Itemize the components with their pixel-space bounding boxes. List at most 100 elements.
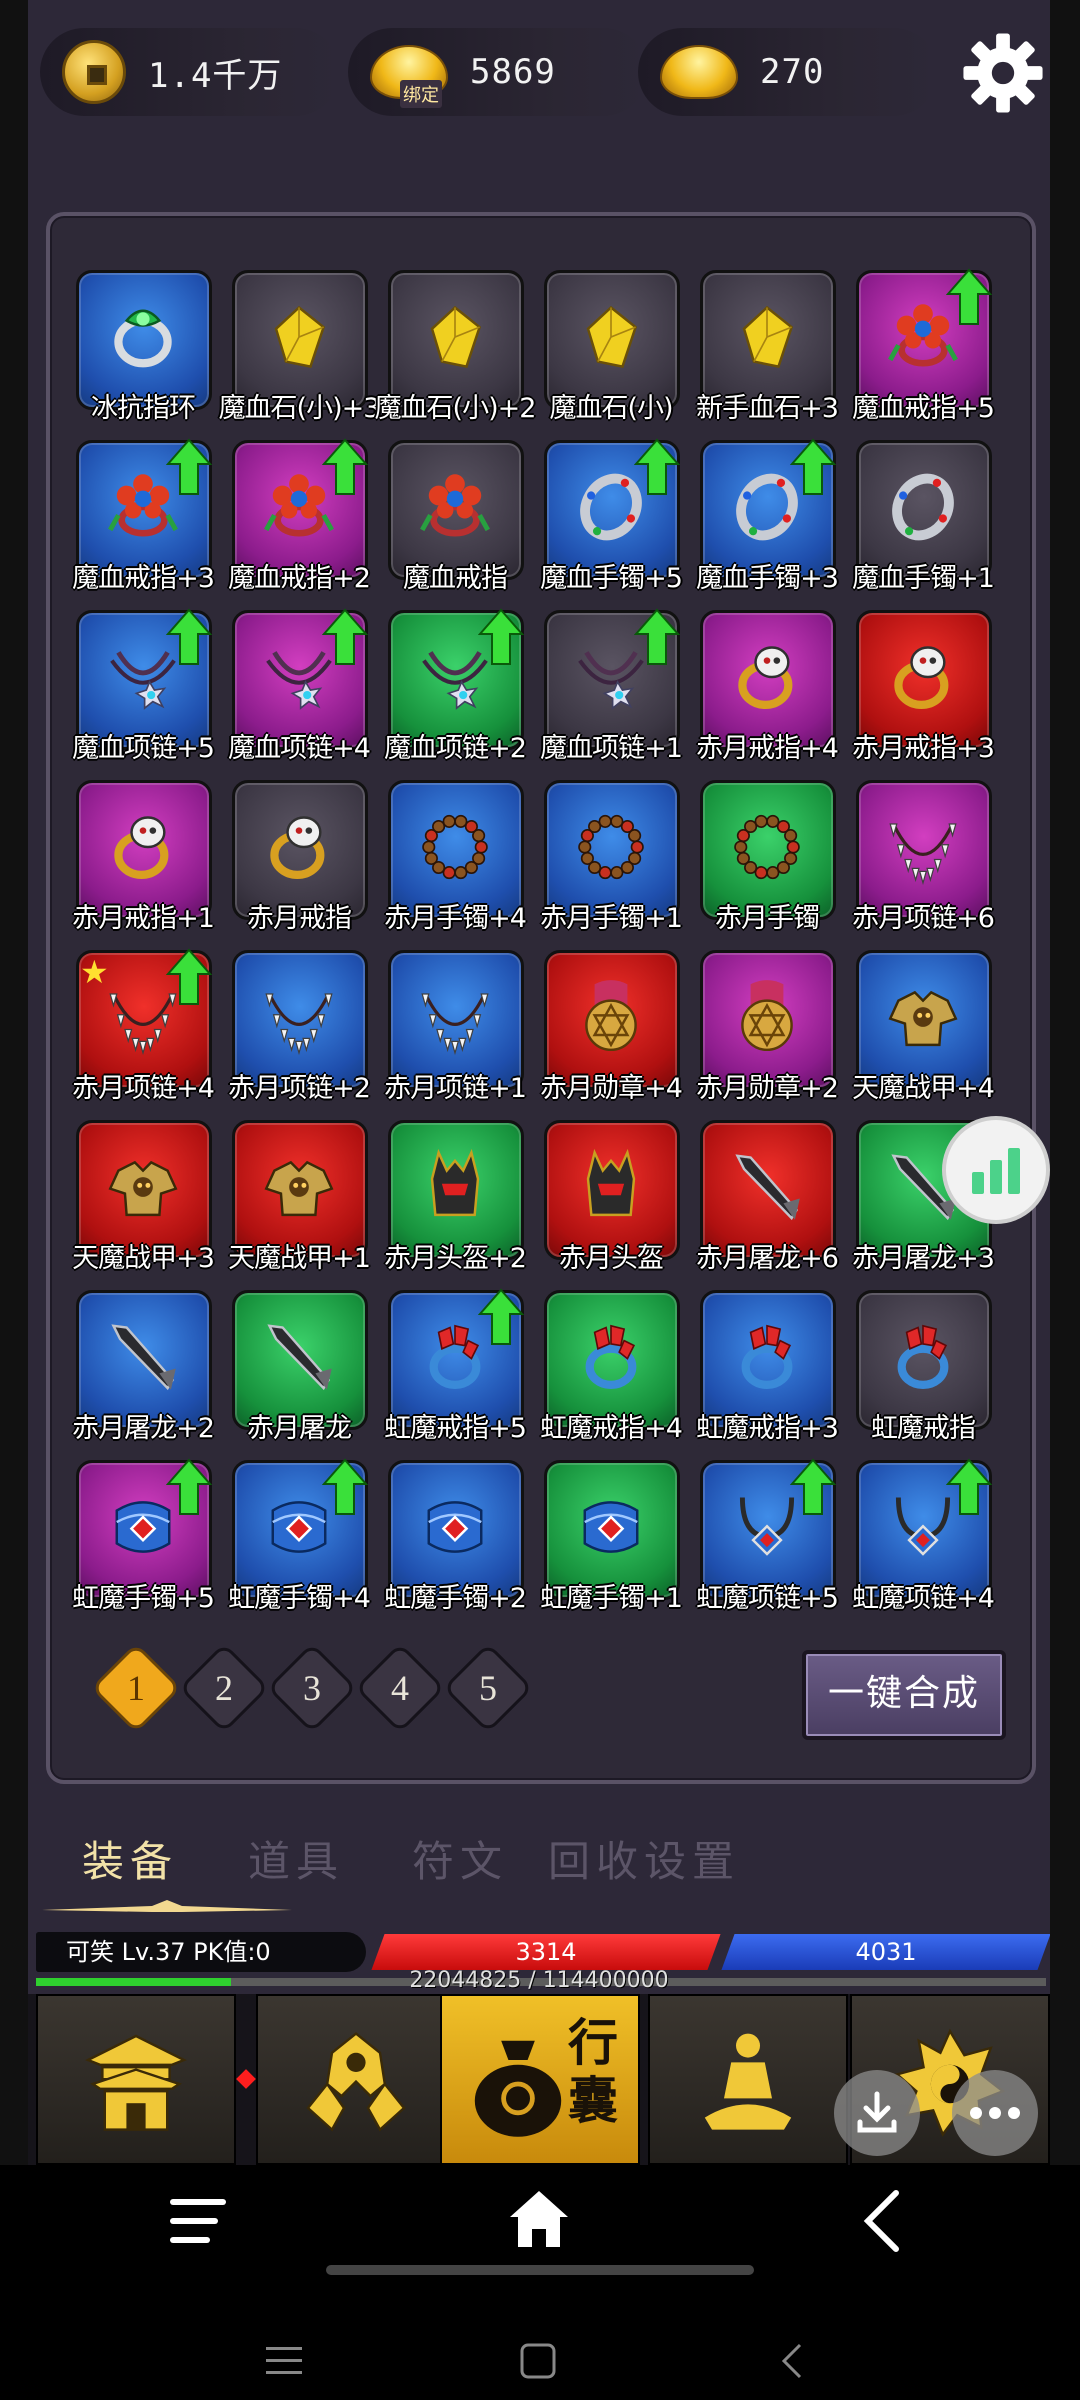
bead-bracelet-icon	[422, 814, 488, 880]
recent-apps-icon[interactable]	[262, 2343, 306, 2379]
gesture-indicator	[326, 2265, 754, 2275]
inventory-slot[interactable]: 虹魔手镯+4	[228, 1458, 371, 1614]
inventory-slot[interactable]: 魔血戒指	[386, 438, 524, 594]
bead-bracelet-icon	[578, 814, 644, 880]
helmet-icon	[586, 1148, 636, 1217]
inventory-slot[interactable]: 赤月手镯	[698, 778, 836, 934]
inventory-grid: 冰抗指环 魔血石(小)+3 魔血石(小)+2 魔血石(小) 新手血石+3 魔血戒指+5 魔血…	[72, 268, 995, 1614]
inventory-slot[interactable]: 虹魔手镯+1	[540, 1458, 683, 1614]
page-button-3[interactable]: 3	[266, 1642, 358, 1734]
inventory-slot[interactable]: 赤月戒指+4	[696, 608, 839, 764]
item-name: 天魔战甲+3	[72, 1243, 215, 1274]
inventory-slot[interactable]: 冰抗指环	[74, 268, 212, 424]
upgrade-arrow-icon	[166, 1458, 212, 1515]
bag-icon	[474, 2040, 562, 2137]
tab-recycle-settings[interactable]: 回收设置	[548, 1828, 740, 1889]
nav-bag[interactable]: 行囊	[440, 1994, 640, 2165]
inventory-slot[interactable]: 赤月项链+6	[852, 778, 995, 934]
item-name: 赤月屠龙+3	[852, 1243, 995, 1274]
inventory-slot[interactable]: 魔血石(小)+3	[219, 268, 380, 424]
copper-amount: 1.4千万	[148, 55, 283, 96]
hexagram-medal-icon	[741, 980, 793, 1052]
back-arrow-icon[interactable]	[776, 2341, 806, 2381]
inventory-slot[interactable]: 赤月头盔	[542, 1118, 680, 1274]
gold-ingot-icon	[660, 45, 738, 99]
back-icon[interactable]	[860, 2189, 904, 2253]
inventory-slot[interactable]: 魔血石(小)	[542, 268, 680, 424]
nav-palace[interactable]	[36, 1994, 236, 2165]
gem-icon	[742, 305, 794, 368]
inventory-slot[interactable]: 魔血手镯+3	[696, 438, 839, 594]
inventory-slot[interactable]: 赤月戒指+1	[72, 778, 215, 934]
item-name: 魔血戒指+2	[228, 563, 371, 594]
inventory-slot[interactable]: 赤月屠龙	[230, 1288, 368, 1444]
player-name-level: 可笑 Lv.37 PK值:0	[36, 1932, 366, 1972]
page-button-4[interactable]: 4	[354, 1642, 446, 1734]
inventory-slot[interactable]: 赤月头盔+2	[384, 1118, 527, 1274]
inventory-slot[interactable]: 虹魔戒指+4	[540, 1288, 683, 1444]
inventory-slot[interactable]: 魔血项链+5	[72, 608, 215, 764]
inventory-slot[interactable]: 虹魔手镯+2	[384, 1458, 527, 1614]
floating-stats-button[interactable]	[942, 1116, 1050, 1224]
page-button-5[interactable]: 5	[442, 1642, 534, 1734]
category-tabs: 装备 道具 符文 回收设置	[28, 1808, 1050, 1912]
fang-necklace-icon	[421, 993, 489, 1056]
inventory-slot[interactable]: 天魔战甲+4	[852, 948, 995, 1104]
inventory-slot[interactable]: 虹魔戒指+3	[696, 1288, 839, 1444]
inventory-slot[interactable]: 魔血戒指+5	[852, 268, 995, 424]
inventory-slot[interactable]: 魔血项链+4	[228, 608, 371, 764]
inventory-slot[interactable]: 虹魔项链+5	[696, 1458, 839, 1614]
tab-equipment[interactable]: 装备	[82, 1828, 178, 1889]
home-icon[interactable]	[506, 2187, 572, 2253]
home-square-icon[interactable]	[518, 2341, 558, 2381]
inventory-slot[interactable]: 赤月项链+2	[228, 948, 371, 1104]
nav-separator	[236, 2069, 256, 2089]
inventory-slot[interactable]: 新手血石+3	[696, 268, 839, 424]
inventory-slot[interactable]: 天魔战甲+1	[228, 1118, 371, 1274]
upgrade-arrow-icon	[322, 608, 368, 665]
inventory-slot[interactable]: 赤月屠龙+6	[696, 1118, 839, 1274]
inventory-slot[interactable]: 魔血石(小)+2	[375, 268, 536, 424]
inventory-slot[interactable]: 赤月手镯+1	[540, 778, 683, 934]
gear-icon[interactable]	[960, 30, 1046, 116]
menu-icon[interactable]	[166, 2193, 230, 2249]
mp-value: 4031	[855, 1938, 917, 1966]
one-click-merge-button[interactable]: 一键合成	[802, 1650, 1006, 1740]
more-options-button[interactable]	[952, 2070, 1038, 2156]
inventory-slot[interactable]: 虹魔戒指	[854, 1288, 992, 1444]
inventory-slot[interactable]: 魔血戒指+2	[228, 438, 371, 594]
page-number: 4	[391, 1668, 409, 1708]
inventory-slot[interactable]: 魔血手镯+1	[852, 438, 995, 594]
more-dots-icon	[970, 2107, 1020, 2119]
tab-runes[interactable]: 符文	[412, 1828, 508, 1889]
inventory-slot[interactable]: 赤月勋章+2	[696, 948, 839, 1104]
page-button-1[interactable]: 1	[90, 1642, 182, 1734]
inventory-slot[interactable]: 虹魔手镯+5	[72, 1458, 215, 1614]
page-number: 3	[303, 1668, 321, 1708]
inventory-slot[interactable]: 赤月手镯+4	[384, 778, 527, 934]
page-button-2[interactable]: 2	[178, 1642, 270, 1734]
item-name: 赤月屠龙	[247, 1413, 352, 1444]
inventory-slot[interactable]: 魔血项链+2	[384, 608, 527, 764]
inventory-slot[interactable]: 魔血项链+1	[540, 608, 683, 764]
inventory-slot[interactable]: 赤月屠龙+2	[72, 1288, 215, 1444]
ruby-ring-icon	[741, 1324, 793, 1389]
inventory-slot[interactable]: 魔血手镯+5	[540, 438, 683, 594]
inventory-slot[interactable]: 赤月勋章+4	[540, 948, 683, 1104]
inventory-slot[interactable]: 赤月戒指+3	[852, 608, 995, 764]
download-button[interactable]	[834, 2070, 920, 2156]
inventory-slot[interactable]: 天魔战甲+3	[72, 1118, 215, 1274]
ruby-ring-icon	[897, 1324, 949, 1389]
inventory-slot[interactable]: 虹魔戒指+5	[384, 1288, 527, 1444]
inventory-slot[interactable]: 魔血戒指+3	[72, 438, 215, 594]
inventory-slot[interactable]: 赤月戒指	[230, 778, 368, 934]
nav-cultivation[interactable]	[648, 1994, 848, 2165]
inventory-slot[interactable]: 虹魔项链+4	[852, 1458, 995, 1614]
nav-character[interactable]	[256, 1994, 456, 2165]
item-name: 魔血石(小)+3	[218, 393, 381, 424]
inventory-slot[interactable]: 赤月项链+1	[384, 948, 527, 1104]
inventory-slot[interactable]: ★ 赤月项链+4	[72, 948, 215, 1104]
upgrade-arrow-icon	[946, 268, 992, 325]
tab-items[interactable]: 道具	[248, 1828, 344, 1889]
warrior-helmet-icon	[306, 2032, 406, 2132]
